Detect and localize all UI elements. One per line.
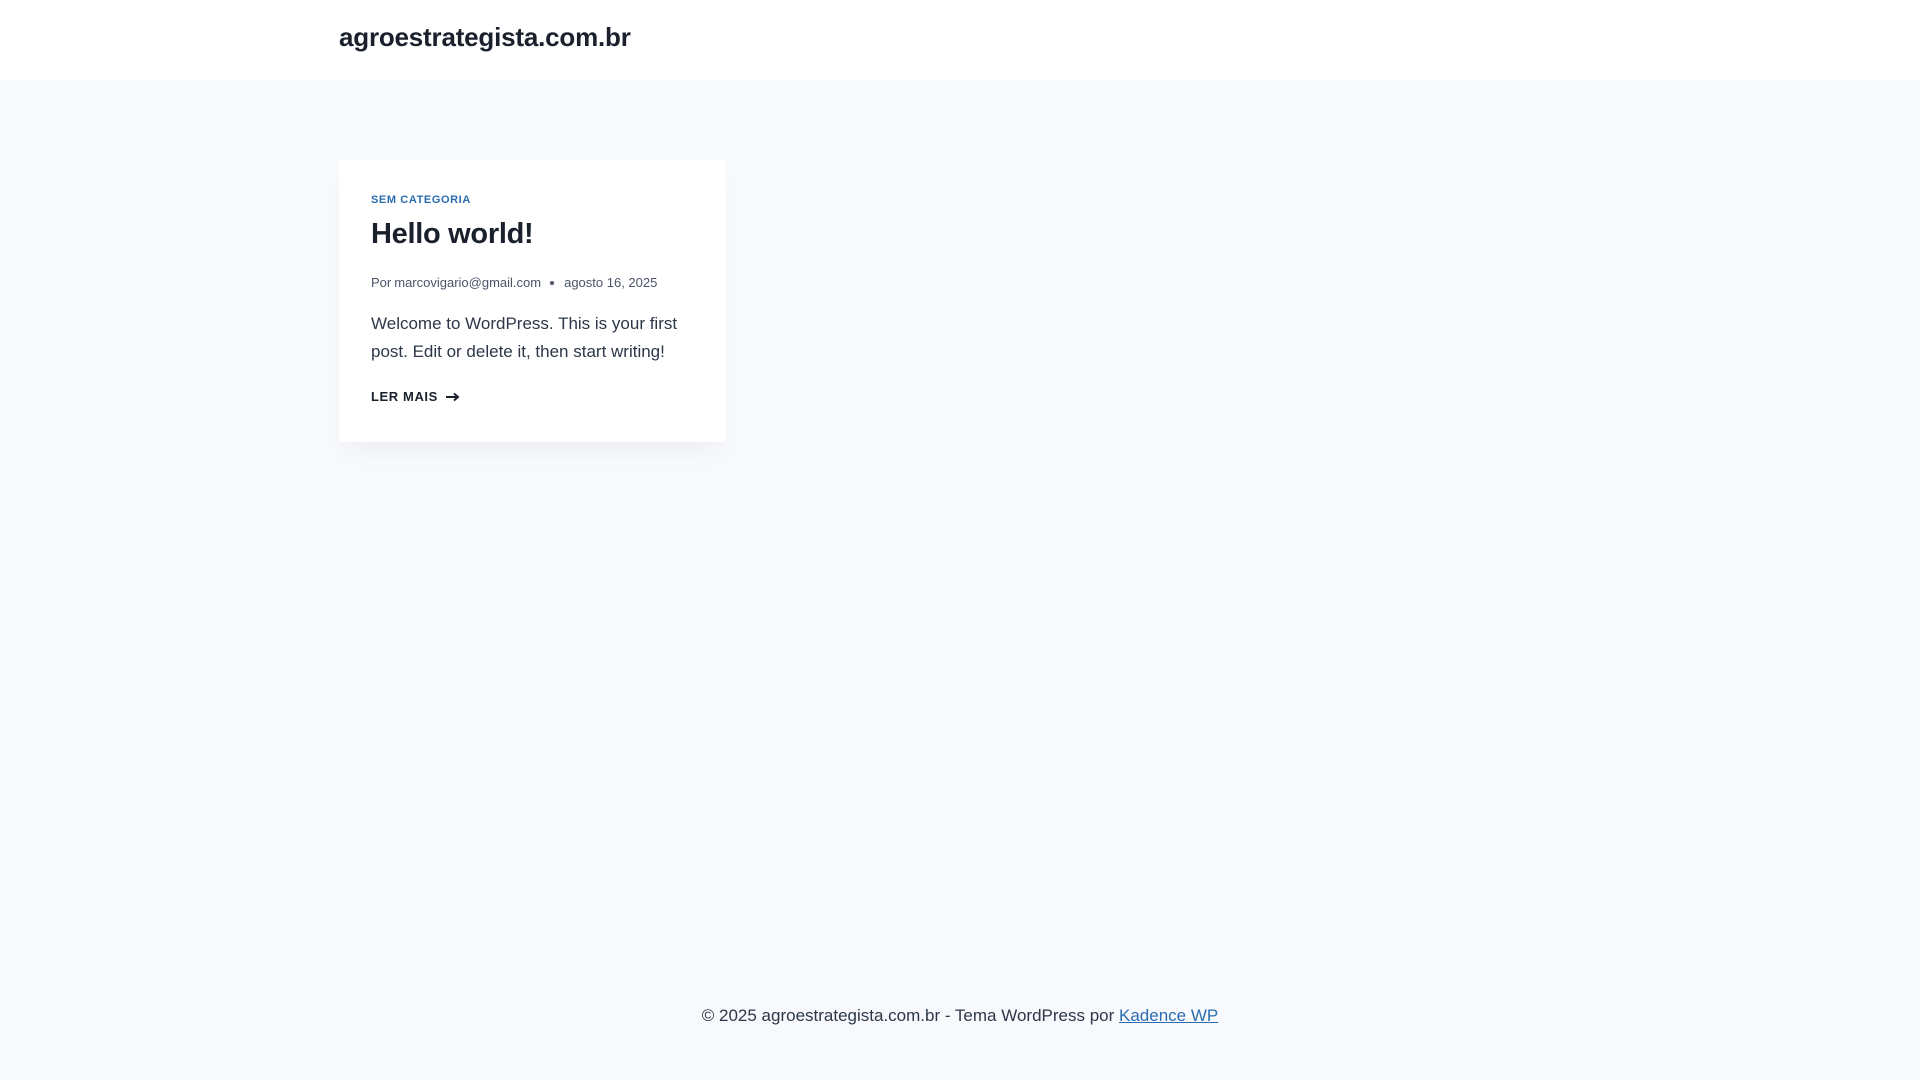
post-category-link[interactable]: SEM CATEGORIA bbox=[371, 194, 471, 206]
site-footer: © 2025 agroestrategista.com.br - Tema Wo… bbox=[0, 1006, 1920, 1026]
meta-author-prefix: Por bbox=[371, 275, 392, 290]
post-card: SEM CATEGORIA Hello world! Por marcoviga… bbox=[339, 160, 726, 442]
post-title-link[interactable]: Hello world! bbox=[371, 218, 534, 250]
post-title[interactable]: Hello world! bbox=[371, 218, 534, 251]
read-more-link[interactable]: LER MAIS bbox=[371, 389, 460, 404]
post-author-link[interactable]: marcovigario@gmail.com bbox=[394, 275, 541, 290]
meta-separator-dot bbox=[550, 280, 555, 285]
site-header: agroestrategista.com.br bbox=[0, 0, 1920, 80]
footer-theme-link[interactable]: Kadence WP bbox=[1119, 1006, 1218, 1025]
post-excerpt: Welcome to WordPress. This is your first… bbox=[371, 314, 678, 361]
post-date: agosto 16, 2025 bbox=[564, 275, 658, 290]
site-title-link[interactable]: agroestrategista.com.br bbox=[339, 22, 631, 53]
footer-copyright: © 2025 agroestrategista.com.br - Tema Wo… bbox=[701, 1006, 1115, 1025]
arrow-right-icon bbox=[445, 392, 460, 401]
post-meta: Por marcovigario@gmail.com agosto 16, 20… bbox=[371, 275, 657, 290]
read-more-label: LER MAIS bbox=[371, 389, 438, 404]
